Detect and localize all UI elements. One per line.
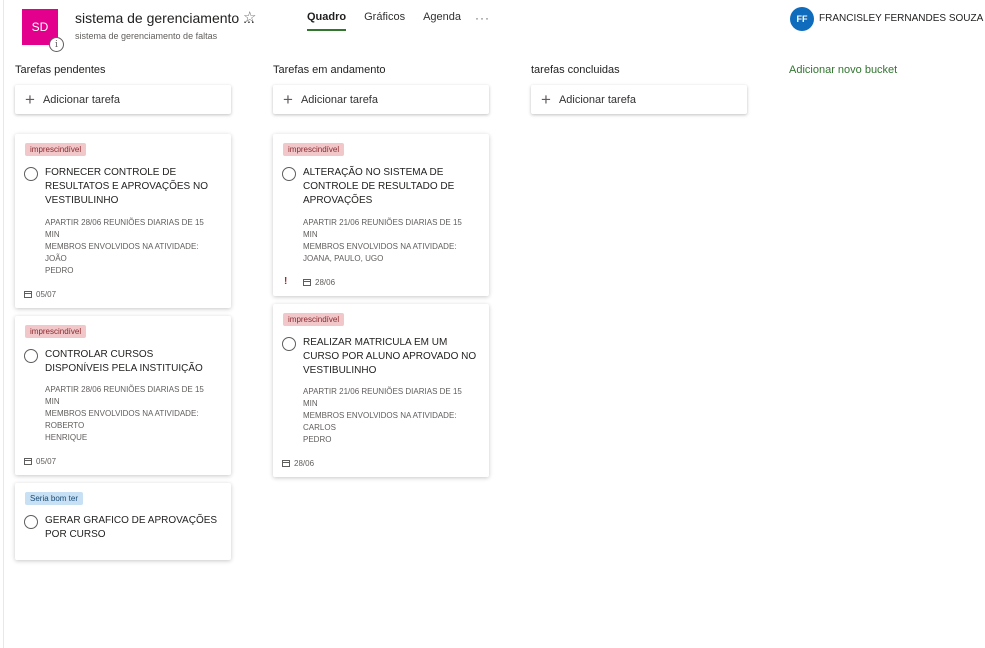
plan-subtitle: sistema de gerenciamento de faltas <box>75 31 218 41</box>
star-icon[interactable]: ☆ <box>243 8 256 26</box>
tab-graficos[interactable]: Gráficos <box>364 11 405 31</box>
task-due-date: 05/07 <box>24 457 56 466</box>
task-label-badge: imprescindível <box>25 143 87 156</box>
bucket-title-andamento[interactable]: Tarefas em andamento <box>273 64 386 76</box>
task-description: APARTIR 21/06 REUNIÕES DIARIAS DE 15 MIN… <box>303 387 462 444</box>
add-task-button-andamento[interactable]: + Adicionar tarefa <box>273 85 489 114</box>
task-title: FORNECER CONTROLE DE RESULTATOS E APROVA… <box>45 167 209 206</box>
task-due-date: 28/06 <box>282 459 314 468</box>
task-description: APARTIR 21/06 REUNIÕES DIARIAS DE 15 MIN… <box>303 218 462 263</box>
task-title: REALIZAR MATRICULA EM UM CURSO POR ALUNO… <box>303 337 477 376</box>
task-card[interactable]: imprescindível CONTROLAR CURSOS DISPONÍV… <box>15 316 231 475</box>
add-task-label: Adicionar tarefa <box>42 93 120 106</box>
user-avatar[interactable]: FF <box>790 7 814 31</box>
add-bucket-link[interactable]: Adicionar novo bucket <box>789 64 897 76</box>
tab-quadro[interactable]: Quadro <box>307 11 347 31</box>
info-icon[interactable]: i <box>49 37 64 52</box>
complete-task-circle-icon[interactable] <box>24 349 38 363</box>
task-label-badge: imprescindível <box>283 313 345 326</box>
left-rail-divider <box>3 0 4 648</box>
plus-icon: + <box>541 90 551 109</box>
priority-important-icon: ! <box>284 276 288 287</box>
task-description: APARTIR 28/06 REUNIÕES DIARIAS DE 15 MIN… <box>45 218 204 275</box>
task-title: CONTROLAR CURSOS DISPONÍVEIS PELA INSTIT… <box>45 349 203 374</box>
task-label-badge: imprescindível <box>25 325 87 338</box>
add-task-button-pendentes[interactable]: + Adicionar tarefa <box>15 85 231 114</box>
complete-task-circle-icon[interactable] <box>282 167 296 181</box>
calendar-icon <box>282 460 290 467</box>
task-card[interactable]: imprescindível ALTERAÇÃO NO SISTEMA DE C… <box>273 134 489 296</box>
task-title: GERAR GRAFICO DE APROVAÇÕES POR CURSO <box>45 515 218 540</box>
complete-task-circle-icon[interactable] <box>24 167 38 181</box>
calendar-icon <box>24 291 32 298</box>
task-card[interactable]: imprescindível FORNECER CONTROLE DE RESU… <box>15 134 231 308</box>
more-options-icon[interactable]: ··· <box>475 11 490 25</box>
task-due-date: 05/07 <box>24 290 56 299</box>
task-label-badge: imprescindível <box>283 143 345 156</box>
add-task-label: Adicionar tarefa <box>558 93 636 106</box>
task-title: ALTERAÇÃO NO SISTEMA DE CONTROLE DE RESU… <box>303 167 455 206</box>
task-due-date: 28/06 <box>303 278 335 287</box>
complete-task-circle-icon[interactable] <box>282 337 296 351</box>
add-task-button-concluidas[interactable]: + Adicionar tarefa <box>531 85 747 114</box>
plan-header: SD i sistema de gerenciamento ... ☆ sist… <box>0 0 985 56</box>
task-description: APARTIR 28/06 REUNIÕES DIARIAS DE 15 MIN… <box>45 385 204 442</box>
bucket-title-pendentes[interactable]: Tarefas pendentes <box>15 64 106 76</box>
add-task-label: Adicionar tarefa <box>300 93 378 106</box>
plus-icon: + <box>283 90 293 109</box>
calendar-icon <box>303 279 311 286</box>
view-tabs: Quadro Gráficos Agenda ··· <box>307 11 490 31</box>
user-name[interactable]: FRANCISLEY FERNANDES SOUZA <box>819 13 983 24</box>
tab-agenda[interactable]: Agenda <box>423 11 461 31</box>
plus-icon: + <box>25 90 35 109</box>
bucket-title-concluidas[interactable]: tarefas concluidas <box>531 64 620 76</box>
plan-title[interactable]: sistema de gerenciamento ... <box>75 10 255 26</box>
task-label-badge: Seria bom ter <box>25 492 84 505</box>
calendar-icon <box>24 458 32 465</box>
complete-task-circle-icon[interactable] <box>24 515 38 529</box>
task-card[interactable]: imprescindível REALIZAR MATRICULA EM UM … <box>273 304 489 477</box>
task-card[interactable]: Seria bom ter GERAR GRAFICO DE APROVAÇÕE… <box>15 483 231 560</box>
